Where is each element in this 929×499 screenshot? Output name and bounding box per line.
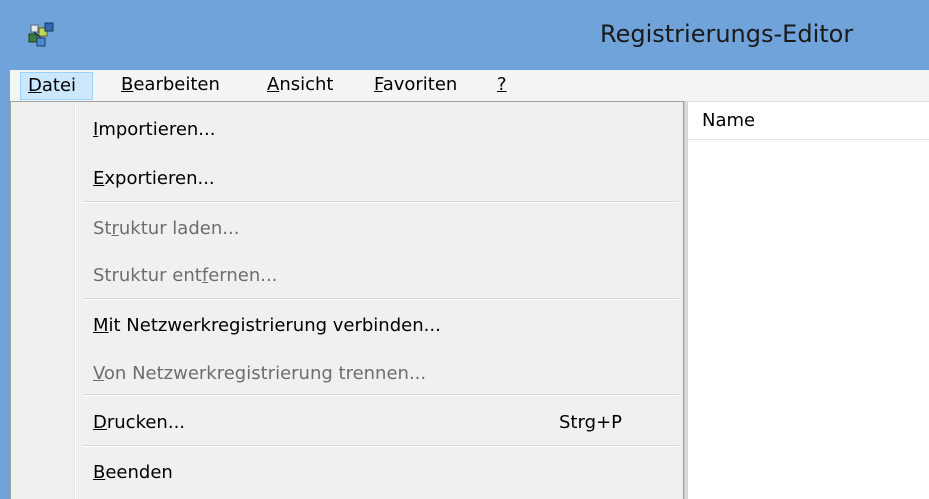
menu-shadow	[684, 101, 688, 499]
menu-item-export[interactable]: Exportieren...	[93, 168, 215, 189]
load-hive-pre: St	[93, 218, 112, 239]
menu-item-import[interactable]: Importieren...	[93, 119, 215, 140]
menu-item-load-hive: Struktur laden...	[93, 218, 239, 239]
menu-ansicht-post: nsicht	[279, 74, 334, 95]
menu-datei-post: atei	[41, 75, 77, 96]
menu-datei-key: D	[28, 75, 42, 96]
menu-help[interactable]: ?	[490, 72, 514, 100]
menu-ansicht[interactable]: Ansicht	[260, 72, 340, 100]
column-header-name[interactable]: Name	[702, 110, 755, 131]
export-key: E	[93, 168, 105, 189]
menu-ansicht-key: A	[267, 74, 280, 95]
list-header: Name	[688, 108, 929, 140]
values-list-pane[interactable]: Name	[688, 102, 929, 499]
title-bar[interactable]: Registrierungs-Editor	[0, 0, 929, 70]
window-title: Registrierungs-Editor	[600, 20, 854, 48]
exit-key: B	[93, 462, 106, 483]
menu-gutter-highlight	[75, 102, 76, 499]
print-shortcut: Strg+P	[559, 412, 622, 433]
disconnect-post: on Netzwerkregistrierung trennen...	[103, 363, 427, 384]
exit-post: eenden	[105, 462, 173, 483]
menu-datei[interactable]: Datei	[20, 72, 93, 100]
menu-bar: Datei Bearbeiten Ansicht Favoriten ?	[10, 70, 929, 102]
menu-separator	[83, 445, 679, 447]
print-post: rucken...	[106, 412, 186, 433]
load-hive-key: r	[111, 218, 119, 239]
connect-post: it Netzwerkregistrierung verbinden...	[108, 315, 441, 336]
unload-hive-pre: Struktur ent	[93, 265, 202, 286]
menu-favoriten[interactable]: Favoriten	[367, 72, 464, 100]
menu-separator	[83, 394, 679, 396]
menu-favoriten-key: F	[374, 74, 383, 95]
client-area: Name Datei Bearbeiten Ansicht Favoriten …	[10, 70, 929, 499]
menu-item-print[interactable]: Drucken...	[93, 412, 185, 433]
connect-key: M	[93, 315, 109, 336]
load-hive-post: uktur laden...	[118, 218, 240, 239]
export-post: xportieren...	[104, 168, 215, 189]
registry-editor-window: Registrierungs-Editor Name Datei Bearbei…	[0, 0, 929, 499]
menu-bearbeiten[interactable]: Bearbeiten	[114, 72, 227, 100]
registry-editor-icon[interactable]	[26, 20, 56, 50]
menu-bearbeiten-post: earbeiten	[133, 74, 220, 95]
menu-item-disconnect-network-registry: Von Netzwerkregistrierung trennen...	[93, 363, 426, 384]
menu-bearbeiten-key: B	[121, 74, 134, 95]
print-key: D	[93, 412, 107, 433]
menu-item-connect-network-registry[interactable]: Mit Netzwerkregistrierung verbinden...	[93, 315, 441, 336]
menu-item-unload-hive: Struktur entfernen...	[93, 265, 277, 286]
unload-hive-post: ernen...	[208, 265, 278, 286]
menu-separator	[83, 298, 679, 300]
menu-separator	[83, 201, 679, 203]
menu-help-key: ?	[497, 74, 507, 95]
menu-item-exit[interactable]: Beenden	[93, 462, 173, 483]
disconnect-key: V	[93, 363, 104, 384]
file-menu-dropdown: Importieren... Exportieren... Struktur l…	[10, 101, 684, 499]
import-post: mportieren...	[98, 119, 216, 140]
menu-favoriten-post: avoriten	[382, 74, 458, 95]
